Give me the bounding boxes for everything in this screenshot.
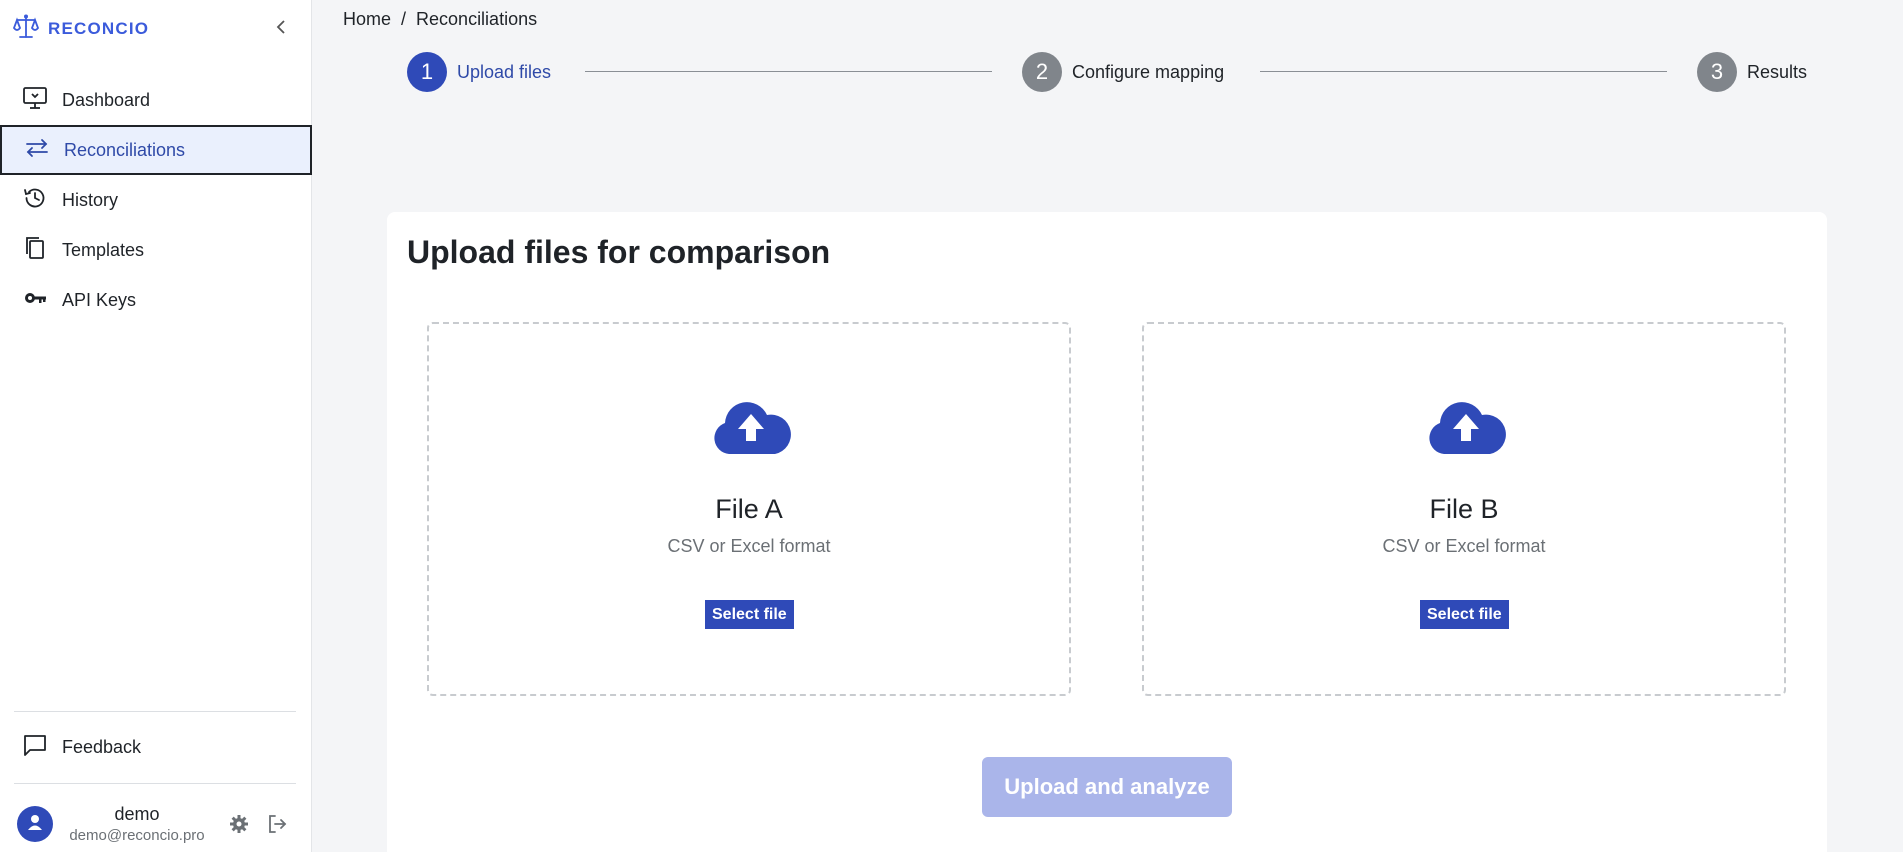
feedback-label: Feedback xyxy=(62,736,142,757)
breadcrumb-separator: / xyxy=(401,9,407,29)
monitor-icon xyxy=(22,85,48,116)
scale-logo-icon xyxy=(12,13,40,46)
page-title: Upload files for comparison xyxy=(407,234,831,270)
step-connector xyxy=(1260,71,1667,72)
stepper: 1 Upload files 2 Configure mapping 3 Res… xyxy=(407,52,1807,92)
step-results: 3 Results xyxy=(1697,52,1807,92)
step-number: 3 xyxy=(1697,52,1737,92)
sidebar-item-history[interactable]: History xyxy=(0,175,312,225)
feedback-button[interactable]: Feedback xyxy=(0,722,312,772)
sidebar-item-reconciliations[interactable]: Reconciliations xyxy=(0,125,312,175)
logout-icon[interactable] xyxy=(266,813,288,840)
sidebar-item-label: History xyxy=(62,189,119,210)
history-icon xyxy=(22,185,48,216)
divider xyxy=(14,711,296,712)
step-configure-mapping: 2 Configure mapping xyxy=(1022,52,1224,92)
sidebar-item-api-keys[interactable]: API Keys xyxy=(0,275,312,325)
breadcrumb-home-link[interactable]: Home xyxy=(343,9,391,30)
sidebar-nav: Dashboard Reconciliations History Templa… xyxy=(0,75,312,325)
key-icon xyxy=(22,285,48,316)
sidebar: RECONCIO Dashboard Reconciliations Histo… xyxy=(0,0,312,852)
user-icon xyxy=(25,812,45,837)
file-a-format-hint: CSV or Excel format xyxy=(667,536,831,556)
step-label: Configure mapping xyxy=(1072,61,1225,82)
step-label: Results xyxy=(1747,61,1808,82)
copy-icon xyxy=(22,235,48,266)
step-connector xyxy=(585,71,992,72)
sidebar-item-label: Reconciliations xyxy=(64,139,186,160)
upload-card: Upload files for comparison File A CSV o… xyxy=(387,212,1827,852)
sidebar-item-label: Dashboard xyxy=(62,89,151,110)
file-b-title: File B xyxy=(1429,494,1499,524)
sidebar-item-dashboard[interactable]: Dashboard xyxy=(0,75,312,125)
user-name: demo xyxy=(114,804,160,824)
sidebar-item-label: API Keys xyxy=(62,289,137,310)
avatar[interactable] xyxy=(17,806,53,842)
collapse-sidebar-button[interactable] xyxy=(268,16,294,42)
swap-arrows-icon xyxy=(24,135,50,166)
file-a-select-button[interactable]: Select file xyxy=(705,600,794,629)
breadcrumb-current: Reconciliations xyxy=(416,9,538,29)
divider xyxy=(14,783,296,784)
brand[interactable]: RECONCIO xyxy=(12,12,149,46)
file-b-select-button[interactable]: Select file xyxy=(1420,600,1509,629)
gear-icon[interactable] xyxy=(228,813,250,840)
step-number: 2 xyxy=(1022,52,1062,92)
step-number: 1 xyxy=(407,52,447,92)
chat-bubble-icon xyxy=(22,732,48,763)
step-label: Upload files xyxy=(457,61,552,82)
user-panel: demo demo@reconcio.pro xyxy=(0,796,312,852)
file-b-dropzone[interactable]: File B CSV or Excel format Select file xyxy=(1142,322,1786,696)
sidebar-item-templates[interactable]: Templates xyxy=(0,225,312,275)
file-a-title: File A xyxy=(715,494,783,524)
chevron-left-icon xyxy=(275,19,287,40)
file-b-format-hint: CSV or Excel format xyxy=(1382,536,1546,556)
file-a-dropzone[interactable]: File A CSV or Excel format Select file xyxy=(427,322,1071,696)
cloud-upload-icon xyxy=(1426,400,1506,461)
sidebar-item-label: Templates xyxy=(62,239,145,260)
breadcrumb: Home / Reconciliations xyxy=(343,9,537,30)
user-email: demo@reconcio.pro xyxy=(69,827,205,844)
brand-name: RECONCIO xyxy=(48,19,150,38)
step-upload-files: 1 Upload files xyxy=(407,52,551,92)
upload-and-analyze-button[interactable]: Upload and analyze xyxy=(982,757,1232,817)
cloud-upload-icon xyxy=(711,400,791,461)
